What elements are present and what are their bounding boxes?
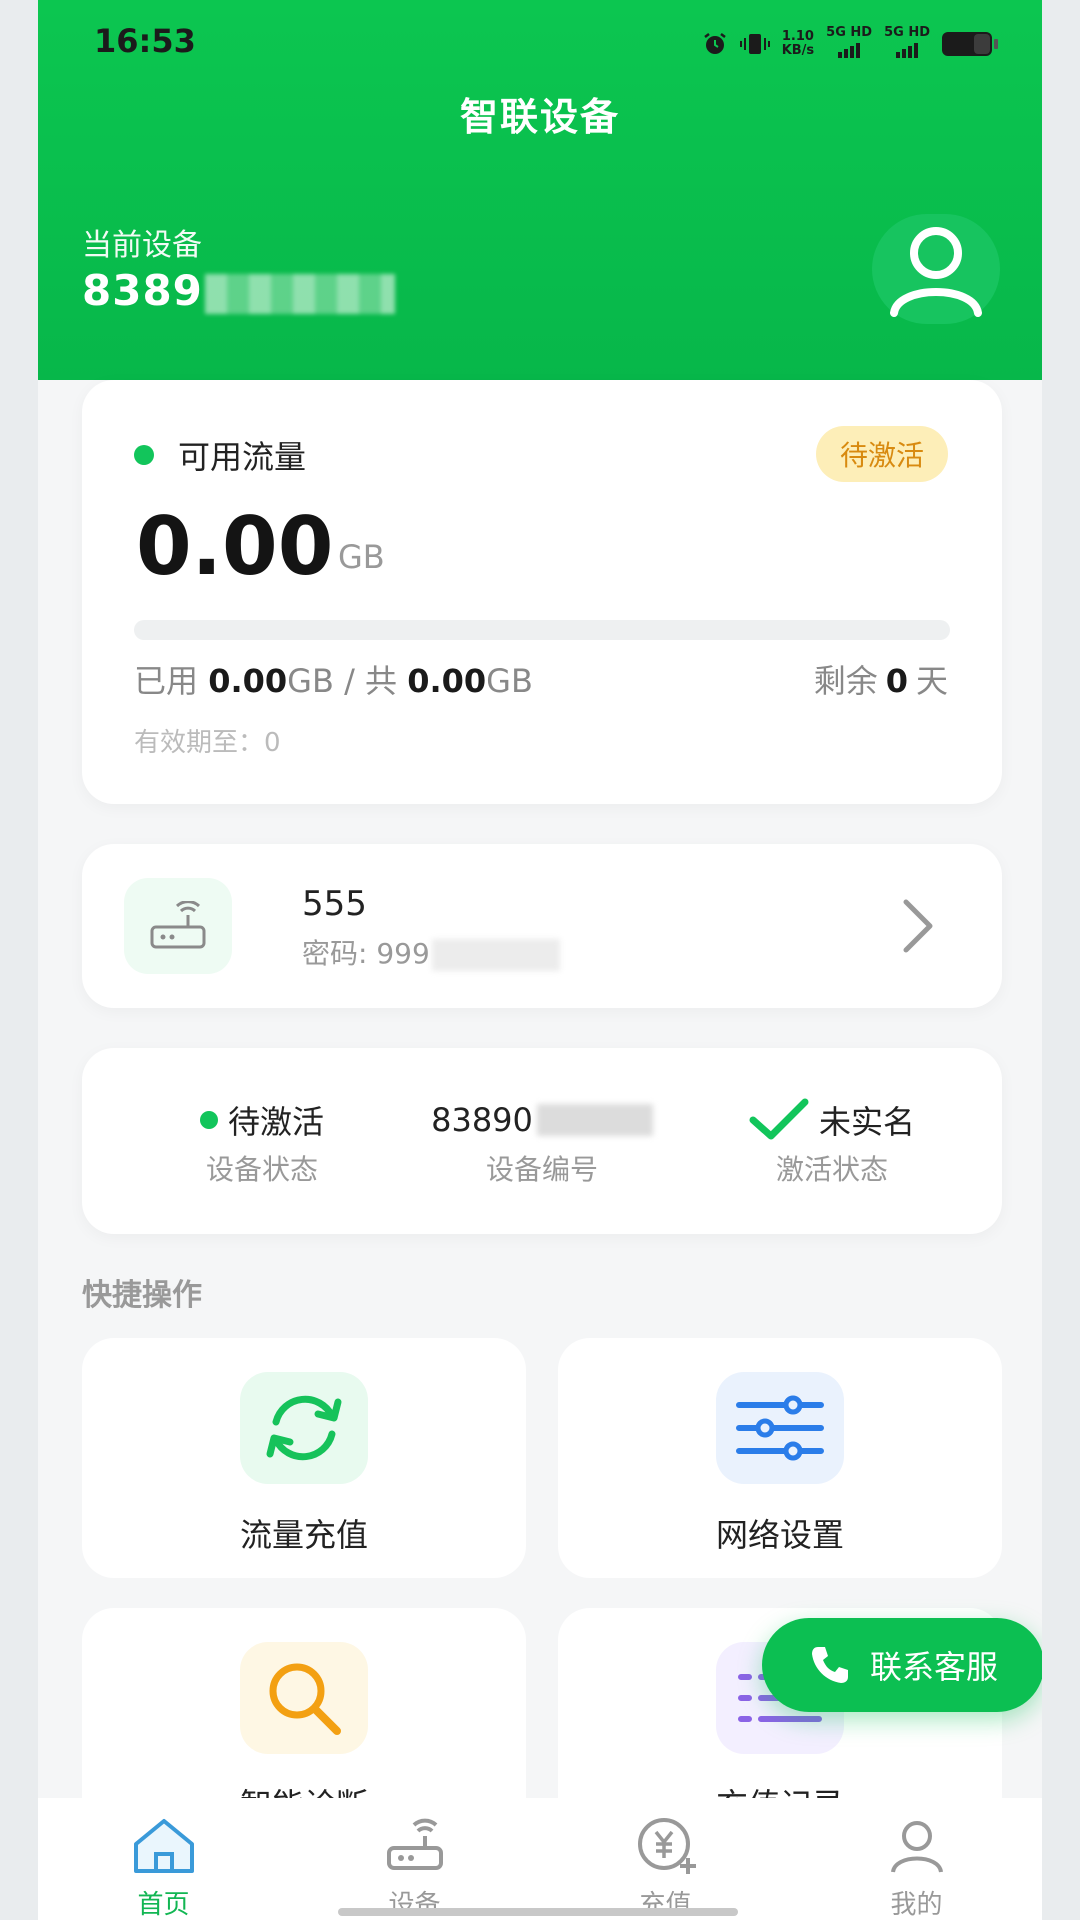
contact-support-label: 联系客服 <box>869 1648 998 1686</box>
traffic-header: 可用流量 <box>134 432 306 478</box>
tab-label: 我的 <box>890 1890 943 1920</box>
redacted-mask <box>204 273 395 314</box>
activation-column: 未实名 激活状态 <box>712 1098 952 1188</box>
page-title: 智联设备 <box>459 95 620 139</box>
device-state-label: 设备状态 <box>205 1153 318 1186</box>
wifi-router-icon-box <box>124 878 232 974</box>
contact-support-button[interactable]: 联系客服 <box>762 1618 1042 1712</box>
tab-recharge[interactable]: 充值 <box>566 1798 766 1920</box>
chevron-right-icon <box>903 899 933 953</box>
status-time: 16:53 <box>94 22 196 60</box>
traffic-label: 可用流量 <box>178 438 307 476</box>
activation-label: 激活状态 <box>775 1153 888 1186</box>
refresh-icon <box>266 1395 342 1461</box>
expiry-date: 有效期至：0 <box>134 728 281 758</box>
device-state-value: 待激活 <box>227 1103 324 1141</box>
vibrate-icon <box>739 34 770 54</box>
net-speed-unit: KB/s <box>781 43 815 58</box>
tab-label: 首页 <box>137 1890 190 1920</box>
device-number-column: 83890 设备编号 <box>422 1098 662 1188</box>
traffic-unit: GB <box>338 538 385 576</box>
net-speed-value: 1.10 <box>781 29 814 44</box>
total-value: 0.00 <box>407 662 487 700</box>
network-icon-box <box>716 1372 844 1484</box>
status-dot <box>134 445 154 465</box>
status-dot <box>199 1111 218 1129</box>
recharge-icon-box <box>240 1372 368 1484</box>
sim2-signal: 5G HD <box>884 26 930 62</box>
quick-action-network-settings[interactable]: 网络设置 <box>558 1338 1002 1578</box>
signal-icon <box>896 40 919 58</box>
tab-mine[interactable]: 我的 <box>817 1798 1017 1920</box>
net-speed: 1.10 KB/s <box>782 30 814 58</box>
app-screen: 16:53 1.10 KB/s 5G HD 5G HD 智联设备 当前设备 83… <box>38 0 1042 1920</box>
alarm-icon <box>703 33 726 54</box>
quick-action-label: 流量充值 <box>239 1516 368 1554</box>
tab-device[interactable]: 设备 <box>315 1798 515 1920</box>
device-number-value: 83890 <box>431 1101 533 1139</box>
quick-actions-title: 快捷操作 <box>82 1278 202 1313</box>
traffic-value: 0.00 <box>136 500 334 593</box>
home-indicator <box>338 1908 738 1916</box>
current-device-number-text: 8389 <box>82 266 203 315</box>
remain-unit: 天 <box>915 662 948 700</box>
status-bar: 16:53 1.10 KB/s 5G HD 5G HD <box>38 18 1042 66</box>
device-number-label: 设备编号 <box>485 1153 598 1186</box>
wifi-name: 555 <box>302 884 367 924</box>
redacted-mask <box>536 1104 653 1136</box>
router-icon <box>386 1818 443 1870</box>
used-unit: GB <box>287 662 334 700</box>
status-badge: 待激活 <box>815 426 948 482</box>
check-icon <box>749 1098 809 1140</box>
header: 16:53 1.10 KB/s 5G HD 5G HD 智联设备 当前设备 83… <box>38 0 1042 380</box>
current-device-label: 当前设备 <box>82 228 202 263</box>
quick-action-recharge[interactable]: 流量充值 <box>82 1338 526 1578</box>
wifi-card[interactable]: 555 密码: 999 <box>82 844 1002 1008</box>
diagnosis-icon-box <box>240 1642 368 1754</box>
sim2-label: 5G HD <box>884 25 930 40</box>
current-device-number: 8389 <box>82 266 395 315</box>
used-value: 0.00 <box>208 662 288 700</box>
sim1-label: 5G HD <box>826 25 873 40</box>
redacted-mask <box>431 939 560 971</box>
traffic-card: 可用流量 待激活 0.00 GB 已用 0.00GB / 共 0.00GB 剩余… <box>82 380 1002 804</box>
usage-summary: 已用 0.00GB / 共 0.00GB <box>134 656 533 702</box>
avatar[interactable] <box>872 214 1000 324</box>
realname-status: 未实名 <box>818 1103 915 1141</box>
wifi-password-text: 密码: 999 <box>302 937 430 970</box>
home-icon <box>133 1819 194 1873</box>
device-status-card: 待激活 设备状态 83890 设备编号 未实名 激活状态 <box>82 1048 1002 1234</box>
remain-value: 0 <box>885 662 908 700</box>
bottom-tab-bar: 首页 设备 充值 我的 <box>38 1798 1042 1920</box>
signal-icon <box>838 40 861 58</box>
used-label: 已用 <box>134 662 199 700</box>
total-unit: GB <box>486 662 533 700</box>
device-state-column: 待激活 设备状态 <box>162 1098 362 1188</box>
total-separator: / 共 <box>344 662 398 700</box>
battery-icon <box>942 32 998 56</box>
yuan-plus-icon <box>637 1818 696 1874</box>
remain-label: 剩余 <box>813 662 878 700</box>
search-icon <box>269 1663 341 1735</box>
sliders-icon <box>736 1395 824 1461</box>
usage-progress-bar <box>134 620 950 640</box>
sim1-signal: 5G HD <box>826 26 872 62</box>
remaining-days: 剩余 0 天 <box>814 656 948 702</box>
quick-action-label: 网络设置 <box>715 1516 844 1554</box>
router-icon <box>150 901 206 949</box>
wifi-password: 密码: 999 <box>302 932 560 972</box>
status-icons: 1.10 KB/s 5G HD 5G HD <box>702 26 998 62</box>
tab-home[interactable]: 首页 <box>64 1798 264 1920</box>
user-icon <box>890 227 982 317</box>
phone-icon <box>811 1647 848 1683</box>
user-icon <box>890 1821 943 1873</box>
